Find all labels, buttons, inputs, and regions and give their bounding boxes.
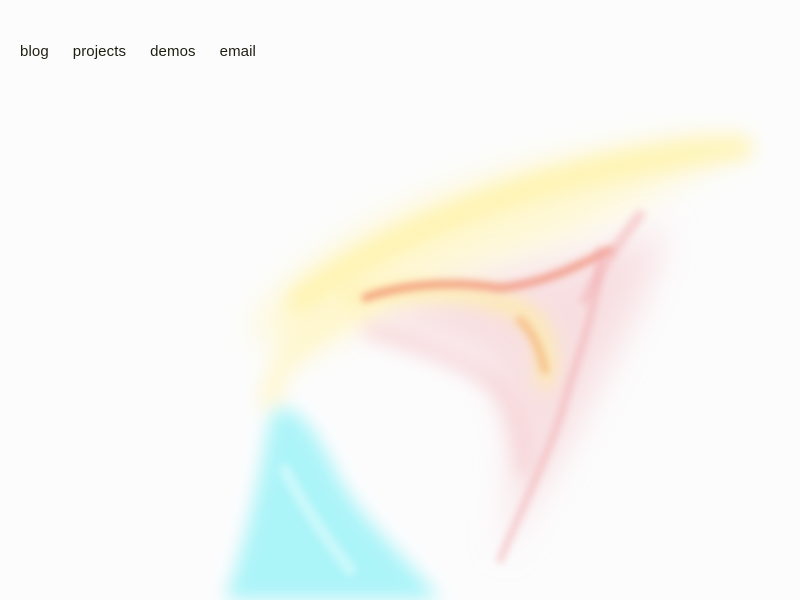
nav-link-email[interactable]: email bbox=[220, 43, 256, 61]
nav-link-blog[interactable]: blog bbox=[20, 43, 49, 61]
cyan-plume bbox=[225, 408, 440, 600]
nav-link-demos[interactable]: demos bbox=[150, 43, 196, 61]
fluid-smoke-artwork bbox=[225, 135, 753, 600]
main-nav: blog projects demos email bbox=[20, 43, 256, 61]
nav-link-projects[interactable]: projects bbox=[73, 43, 126, 61]
